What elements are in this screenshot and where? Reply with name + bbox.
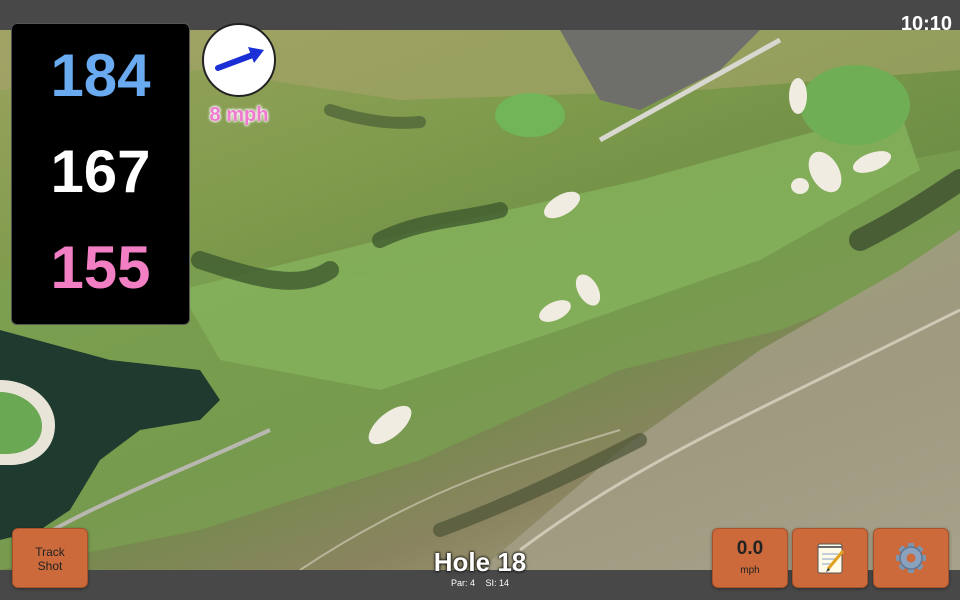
wind-readout-button[interactable]: 0.0 mph <box>712 528 788 588</box>
notes-button[interactable] <box>792 528 868 588</box>
hole-info: Par: 4 SI: 14 <box>380 578 580 588</box>
front-yardage: 155 <box>50 234 151 301</box>
center-yardage: 167 <box>50 138 151 205</box>
back-yardage: 184 <box>50 42 151 109</box>
track-shot-button[interactable]: Track Shot <box>12 528 88 588</box>
hole-title: Hole 18 <box>433 547 527 577</box>
track-shot-label-line2: Shot <box>37 559 63 573</box>
track-shot-label-line1: Track <box>35 545 65 559</box>
hole-stroke-index: SI: 14 <box>485 578 510 588</box>
wind-direction-dial <box>202 23 276 97</box>
wind-speed-label: 8 mph <box>209 104 269 126</box>
wind-readout-unit: mph <box>740 565 760 576</box>
wind-arrow-icon <box>215 47 264 71</box>
settings-button[interactable] <box>873 528 949 588</box>
notepad-icon <box>817 543 845 574</box>
wind-readout-value: 0.0 <box>736 538 764 559</box>
hole-par: Par: 4 <box>450 578 475 588</box>
yardage-panel: 184 167 155 <box>11 23 190 325</box>
gear-icon <box>896 543 926 573</box>
